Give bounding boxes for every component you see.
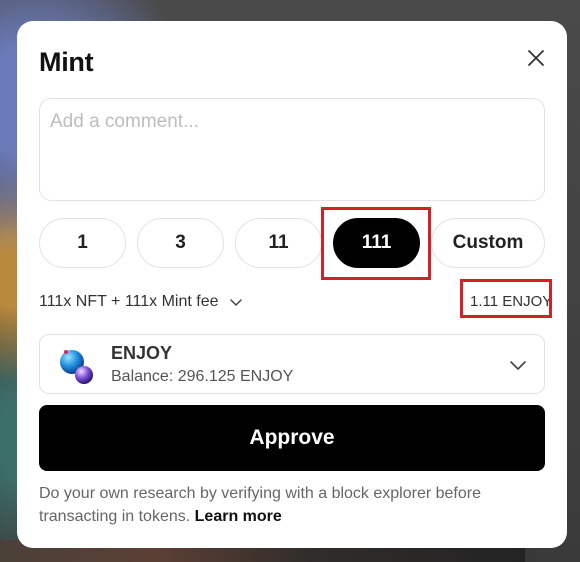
chevron-down-icon — [510, 361, 526, 370]
modal-title: Mint — [39, 47, 94, 77]
mint-modal: Mint 1 3 11 111 Custom 111x NFT + 111x M… — [17, 21, 567, 548]
quantity-option-3[interactable]: 3 — [137, 218, 224, 268]
quantity-option-11[interactable]: 11 — [235, 218, 322, 268]
quantity-option-custom[interactable]: Custom — [431, 218, 545, 268]
close-icon — [528, 50, 544, 66]
close-button[interactable] — [523, 45, 549, 71]
comment-input[interactable] — [39, 98, 545, 201]
quantity-option-111[interactable]: 111 — [333, 218, 420, 268]
quantity-option-1[interactable]: 1 — [39, 218, 126, 268]
disclaimer: Do your own research by verifying with a… — [39, 482, 509, 528]
fee-total: 1.11 ENJOY — [470, 293, 553, 310]
token-name: ENJOY — [111, 343, 173, 363]
approve-button[interactable]: Approve — [39, 405, 545, 471]
token-selector[interactable]: ENJOY Balance: 296.125 ENJOY — [39, 334, 545, 394]
fee-summary-text: 111x NFT + 111x Mint fee — [39, 293, 219, 310]
enjoy-token-icon — [60, 350, 93, 384]
learn-more-link[interactable]: Learn more — [195, 508, 282, 525]
fee-breakdown-toggle[interactable]: 111x NFT + 111x Mint fee — [39, 291, 243, 313]
chevron-down-icon — [229, 299, 242, 306]
token-balance: Balance: 296.125 ENJOY — [111, 368, 294, 385]
